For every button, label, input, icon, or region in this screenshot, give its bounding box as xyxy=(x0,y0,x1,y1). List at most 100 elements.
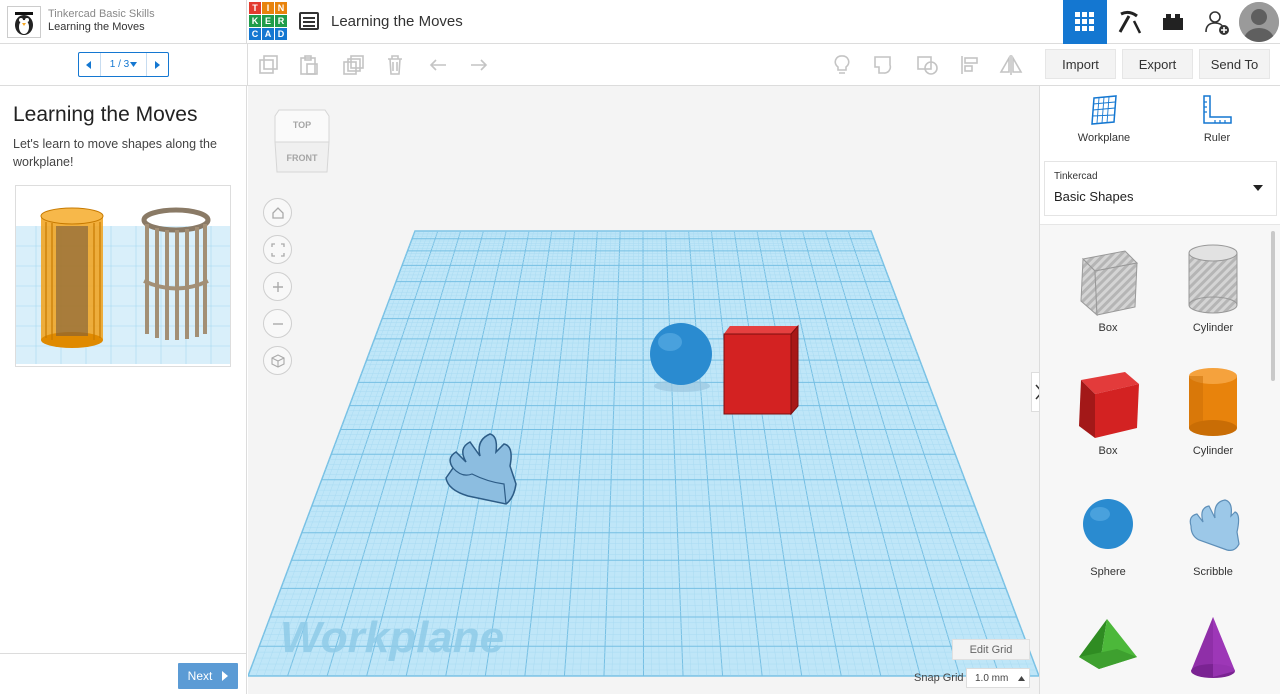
3d-view-button[interactable] xyxy=(1063,0,1107,44)
shape-roof[interactable] xyxy=(1058,613,1158,689)
workplane-tool[interactable]: Workplane xyxy=(1064,94,1144,144)
chevron-down-icon xyxy=(1253,185,1263,191)
logo-letter: C xyxy=(249,28,261,40)
zoom-in-button[interactable] xyxy=(263,272,292,301)
caret-left-icon xyxy=(86,60,92,69)
design-list-icon[interactable] xyxy=(299,12,319,30)
shape-library-select[interactable]: Tinkercad Basic Shapes xyxy=(1044,161,1277,216)
align-icon xyxy=(961,56,978,74)
shape-label: Sphere xyxy=(1090,566,1126,578)
pickaxe-icon xyxy=(1118,10,1142,34)
align-button[interactable] xyxy=(957,52,983,78)
duplicate-button[interactable] xyxy=(340,52,366,78)
cylinder-hole-icon xyxy=(1188,244,1238,314)
step-selector[interactable]: 1 / 3 xyxy=(101,53,146,76)
box-shape[interactable] xyxy=(723,324,799,416)
grid-icon xyxy=(1075,12,1094,31)
copy-button[interactable] xyxy=(255,52,281,78)
cube-icon xyxy=(270,353,285,368)
zoom-out-button[interactable] xyxy=(263,309,292,338)
pyramid-icon xyxy=(1079,619,1137,669)
workplane-grid[interactable]: Workplane xyxy=(248,86,1039,694)
step-illustration xyxy=(15,185,231,367)
ungroup-button[interactable] xyxy=(915,52,941,78)
fit-view-button[interactable] xyxy=(263,235,292,264)
add-user-icon xyxy=(1205,11,1229,35)
group-icon xyxy=(874,56,892,74)
caret-right-icon xyxy=(222,671,229,681)
logo-letter: A xyxy=(262,28,274,40)
paste-button[interactable] xyxy=(296,52,322,78)
group-button[interactable] xyxy=(872,52,898,78)
view-cube[interactable]: TOP FRONT xyxy=(273,106,331,178)
previous-step-button[interactable] xyxy=(79,53,101,76)
library-provider: Tinkercad xyxy=(1054,171,1098,182)
shape-scrollbar[interactable] xyxy=(1271,231,1275,381)
next-step-button[interactable] xyxy=(146,53,168,76)
projection-button[interactable] xyxy=(263,346,292,375)
tinkercad-logo[interactable]: T I N K E R C A D xyxy=(249,2,287,40)
edit-grid-button[interactable]: Edit Grid xyxy=(952,639,1030,660)
shape-label: Cylinder xyxy=(1192,322,1234,334)
copy-icon xyxy=(259,55,278,74)
ruler-tool[interactable]: Ruler xyxy=(1177,94,1257,144)
trash-icon xyxy=(388,55,402,75)
export-button[interactable]: Export xyxy=(1122,49,1193,79)
next-button[interactable]: Next xyxy=(178,663,238,689)
mirror-icon xyxy=(999,54,1023,75)
shape-cylinder[interactable]: Cylinder xyxy=(1163,364,1263,457)
logo-letter: T xyxy=(249,2,261,14)
snap-grid-select[interactable]: 1.0 mm xyxy=(966,668,1030,688)
invite-button[interactable] xyxy=(1195,0,1239,44)
shape-label: Box xyxy=(1098,445,1118,457)
cone-icon xyxy=(1191,617,1235,678)
undo-button[interactable] xyxy=(425,52,451,78)
shape-cylinder-hole[interactable]: Cylinder xyxy=(1163,241,1263,334)
step-title: Learning the Moves xyxy=(13,103,198,126)
logo-letter: D xyxy=(275,28,287,40)
view-cube-top-label: TOP xyxy=(293,120,311,130)
divider xyxy=(0,653,247,654)
redo-button[interactable] xyxy=(466,52,492,78)
workplane-icon xyxy=(1091,95,1117,125)
lesson-panel: Learning the Moves Let's learn to move s… xyxy=(0,86,247,694)
home-view-button[interactable] xyxy=(263,198,292,227)
import-button[interactable]: Import xyxy=(1045,49,1116,79)
fit-view-icon xyxy=(270,242,285,257)
design-title[interactable]: Learning the Moves xyxy=(331,13,463,30)
lesson-avatar-icon[interactable] xyxy=(7,6,41,38)
delete-button[interactable] xyxy=(382,52,408,78)
logo-letter: K xyxy=(249,15,261,27)
blocks-button[interactable] xyxy=(1151,0,1195,44)
shape-grid: Box Cylinder Box Cylinder Sphere Scribbl… xyxy=(1040,224,1280,694)
shape-box-hole[interactable]: Box xyxy=(1058,241,1158,334)
notes-button[interactable] xyxy=(829,52,855,78)
build-button[interactable] xyxy=(1107,0,1151,44)
shape-sphere[interactable]: Sphere xyxy=(1058,488,1158,578)
3d-workspace[interactable]: Workplane TOP FRONT Edit Grid Snap Grid … xyxy=(248,86,1039,694)
workplane-watermark: Workplane xyxy=(280,613,504,662)
duplicate-icon xyxy=(343,55,364,75)
home-icon xyxy=(271,206,284,219)
next-label: Next xyxy=(187,669,213,683)
view-cube-front-label: FRONT xyxy=(287,153,318,163)
toolbar: 1 / 3 Import Export Send To xyxy=(0,44,1280,86)
divider xyxy=(247,44,248,86)
workplane-tool-label: Workplane xyxy=(1077,132,1131,144)
top-bar: Tinkercad Basic Skills Learning the Move… xyxy=(0,0,1280,44)
mirror-button[interactable] xyxy=(998,52,1024,78)
logo-letter: N xyxy=(275,2,287,14)
shape-label: Scribble xyxy=(1193,566,1233,578)
shape-scribble[interactable]: Scribble xyxy=(1163,488,1263,578)
brick-icon xyxy=(1163,14,1183,30)
step-description: Let's learn to move shapes along the wor… xyxy=(13,137,217,169)
undo-icon xyxy=(429,59,446,71)
user-avatar[interactable] xyxy=(1239,2,1279,42)
step-counter: 1 / 3 xyxy=(109,59,130,70)
caret-down-icon xyxy=(130,62,138,67)
shape-cone[interactable] xyxy=(1163,613,1263,689)
send-to-button[interactable]: Send To xyxy=(1199,49,1270,79)
library-category: Basic Shapes xyxy=(1054,189,1134,204)
caret-up-icon xyxy=(1018,675,1026,681)
shape-box[interactable]: Box xyxy=(1058,364,1158,457)
